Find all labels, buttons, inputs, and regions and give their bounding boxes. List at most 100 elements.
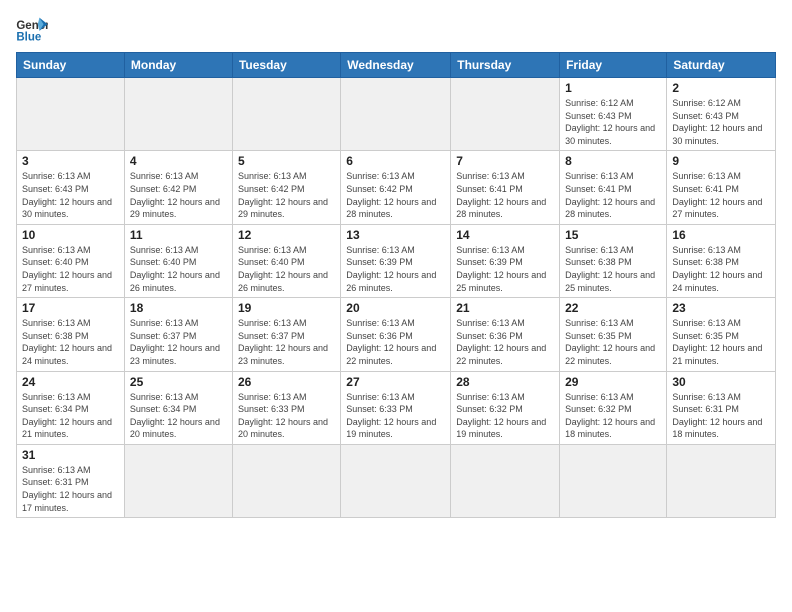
svg-text:Blue: Blue [16, 32, 42, 44]
day-info: Sunrise: 6:13 AM Sunset: 6:42 PM Dayligh… [346, 170, 445, 220]
calendar-cell: 26 Sunrise: 6:13 AM Sunset: 6:33 PM Dayli… [232, 371, 340, 444]
calendar-cell: 9Sunrise: 6:13 AM Sunset: 6:41 PM Daylig… [667, 151, 776, 224]
calendar-cell: 23 Sunrise: 6:13 AM Sunset: 6:35 PM Dayli… [667, 298, 776, 371]
calendar-cell [667, 444, 776, 517]
day-info: Sunrise: 6:13 AM Sunset: 6:39 PM Dayligh… [456, 244, 554, 294]
weekday-header-saturday: Saturday [667, 53, 776, 78]
day-number: 31 [22, 448, 119, 462]
calendar-cell: 29 Sunrise: 6:13 AM Sunset: 6:32 PM Dayli… [560, 371, 667, 444]
day-info: Sunrise: 6:13 AM Sunset: 6:40 PM Dayligh… [238, 244, 335, 294]
day-number: 12 [238, 228, 335, 242]
day-number: 2 [672, 81, 770, 95]
day-info: Sunrise: 6:13 AM Sunset: 6:35 PM Dayligh… [565, 317, 661, 367]
day-number: 29 [565, 375, 661, 389]
week-row-0: 1 Sunrise: 6:12 AM Sunset: 6:43 PM Daylig… [17, 78, 776, 151]
day-number: 27 [346, 375, 445, 389]
calendar-cell: 27 Sunrise: 6:13 AM Sunset: 6:33 PM Dayli… [341, 371, 451, 444]
week-row-4: 24 Sunrise: 6:13 AM Sunset: 6:34 PM Dayli… [17, 371, 776, 444]
calendar-cell: 21 Sunrise: 6:13 AM Sunset: 6:36 PM Dayli… [451, 298, 560, 371]
day-info: Sunrise: 6:13 AM Sunset: 6:33 PM Dayligh… [346, 391, 445, 441]
day-info: Sunrise: 6:13 AM Sunset: 6:36 PM Dayligh… [346, 317, 445, 367]
day-info: Sunrise: 6:13 AM Sunset: 6:37 PM Dayligh… [130, 317, 227, 367]
calendar-cell [124, 78, 232, 151]
day-info: Sunrise: 6:13 AM Sunset: 6:41 PM Dayligh… [672, 170, 770, 220]
day-number: 16 [672, 228, 770, 242]
day-number: 5 [238, 154, 335, 168]
weekday-header-sunday: Sunday [17, 53, 125, 78]
day-number: 26 [238, 375, 335, 389]
calendar-cell: 30Sunrise: 6:13 AM Sunset: 6:31 PM Dayli… [667, 371, 776, 444]
weekday-header-monday: Monday [124, 53, 232, 78]
week-row-5: 31Sunrise: 6:13 AM Sunset: 6:31 PM Dayli… [17, 444, 776, 517]
calendar-cell [451, 444, 560, 517]
day-number: 6 [346, 154, 445, 168]
day-info: Sunrise: 6:13 AM Sunset: 6:38 PM Dayligh… [672, 244, 770, 294]
week-row-1: 3 Sunrise: 6:13 AM Sunset: 6:43 PM Daylig… [17, 151, 776, 224]
calendar-cell [17, 78, 125, 151]
calendar-cell: 1 Sunrise: 6:12 AM Sunset: 6:43 PM Daylig… [560, 78, 667, 151]
day-info: Sunrise: 6:13 AM Sunset: 6:33 PM Dayligh… [238, 391, 335, 441]
day-info: Sunrise: 6:13 AM Sunset: 6:38 PM Dayligh… [565, 244, 661, 294]
calendar-cell [451, 78, 560, 151]
calendar-cell: 13 Sunrise: 6:13 AM Sunset: 6:39 PM Dayli… [341, 224, 451, 297]
day-number: 21 [456, 301, 554, 315]
calendar-cell [341, 444, 451, 517]
day-number: 14 [456, 228, 554, 242]
day-info: Sunrise: 6:13 AM Sunset: 6:43 PM Dayligh… [22, 170, 119, 220]
day-number: 1 [565, 81, 661, 95]
day-info: Sunrise: 6:13 AM Sunset: 6:34 PM Dayligh… [22, 391, 119, 441]
weekday-header-thursday: Thursday [451, 53, 560, 78]
header: General Blue [16, 16, 776, 44]
day-info: Sunrise: 6:13 AM Sunset: 6:41 PM Dayligh… [456, 170, 554, 220]
calendar-cell: 11Sunrise: 6:13 AM Sunset: 6:40 PM Dayli… [124, 224, 232, 297]
calendar-cell: 4 Sunrise: 6:13 AM Sunset: 6:42 PM Daylig… [124, 151, 232, 224]
day-info: Sunrise: 6:12 AM Sunset: 6:43 PM Dayligh… [565, 97, 661, 147]
calendar-cell: 19Sunrise: 6:13 AM Sunset: 6:37 PM Dayli… [232, 298, 340, 371]
calendar-cell: 14 Sunrise: 6:13 AM Sunset: 6:39 PM Dayli… [451, 224, 560, 297]
day-number: 19 [238, 301, 335, 315]
day-number: 3 [22, 154, 119, 168]
day-number: 10 [22, 228, 119, 242]
calendar-cell: 20 Sunrise: 6:13 AM Sunset: 6:36 PM Dayli… [341, 298, 451, 371]
day-number: 23 [672, 301, 770, 315]
day-info: Sunrise: 6:13 AM Sunset: 6:32 PM Dayligh… [565, 391, 661, 441]
day-number: 25 [130, 375, 227, 389]
weekday-header-wednesday: Wednesday [341, 53, 451, 78]
day-info: Sunrise: 6:12 AM Sunset: 6:43 PM Dayligh… [672, 97, 770, 147]
day-number: 24 [22, 375, 119, 389]
calendar-cell: 17Sunrise: 6:13 AM Sunset: 6:38 PM Dayli… [17, 298, 125, 371]
day-info: Sunrise: 6:13 AM Sunset: 6:41 PM Dayligh… [565, 170, 661, 220]
page: General Blue SundayMondayTuesdayWednesda… [0, 0, 792, 612]
day-info: Sunrise: 6:13 AM Sunset: 6:42 PM Dayligh… [238, 170, 335, 220]
day-number: 28 [456, 375, 554, 389]
logo: General Blue [16, 16, 48, 44]
calendar-cell: 6 Sunrise: 6:13 AM Sunset: 6:42 PM Daylig… [341, 151, 451, 224]
weekday-header-friday: Friday [560, 53, 667, 78]
calendar-cell: 28Sunrise: 6:13 AM Sunset: 6:32 PM Dayli… [451, 371, 560, 444]
day-info: Sunrise: 6:13 AM Sunset: 6:36 PM Dayligh… [456, 317, 554, 367]
day-info: Sunrise: 6:13 AM Sunset: 6:42 PM Dayligh… [130, 170, 227, 220]
generalblue-logo-icon: General Blue [16, 16, 48, 44]
weekday-header-row: SundayMondayTuesdayWednesdayThursdayFrid… [17, 53, 776, 78]
calendar-cell: 22 Sunrise: 6:13 AM Sunset: 6:35 PM Dayli… [560, 298, 667, 371]
day-number: 4 [130, 154, 227, 168]
day-number: 7 [456, 154, 554, 168]
day-info: Sunrise: 6:13 AM Sunset: 6:38 PM Dayligh… [22, 317, 119, 367]
weekday-header-tuesday: Tuesday [232, 53, 340, 78]
day-info: Sunrise: 6:13 AM Sunset: 6:35 PM Dayligh… [672, 317, 770, 367]
day-number: 30 [672, 375, 770, 389]
calendar-cell: 24 Sunrise: 6:13 AM Sunset: 6:34 PM Dayli… [17, 371, 125, 444]
calendar-cell: 10Sunrise: 6:13 AM Sunset: 6:40 PM Dayli… [17, 224, 125, 297]
day-number: 13 [346, 228, 445, 242]
calendar-cell [341, 78, 451, 151]
day-number: 11 [130, 228, 227, 242]
calendar-cell [560, 444, 667, 517]
day-info: Sunrise: 6:13 AM Sunset: 6:39 PM Dayligh… [346, 244, 445, 294]
day-number: 18 [130, 301, 227, 315]
calendar-cell: 12 Sunrise: 6:13 AM Sunset: 6:40 PM Dayli… [232, 224, 340, 297]
day-number: 20 [346, 301, 445, 315]
day-number: 22 [565, 301, 661, 315]
calendar-cell [124, 444, 232, 517]
calendar-cell: 15Sunrise: 6:13 AM Sunset: 6:38 PM Dayli… [560, 224, 667, 297]
calendar-cell: 5 Sunrise: 6:13 AM Sunset: 6:42 PM Daylig… [232, 151, 340, 224]
